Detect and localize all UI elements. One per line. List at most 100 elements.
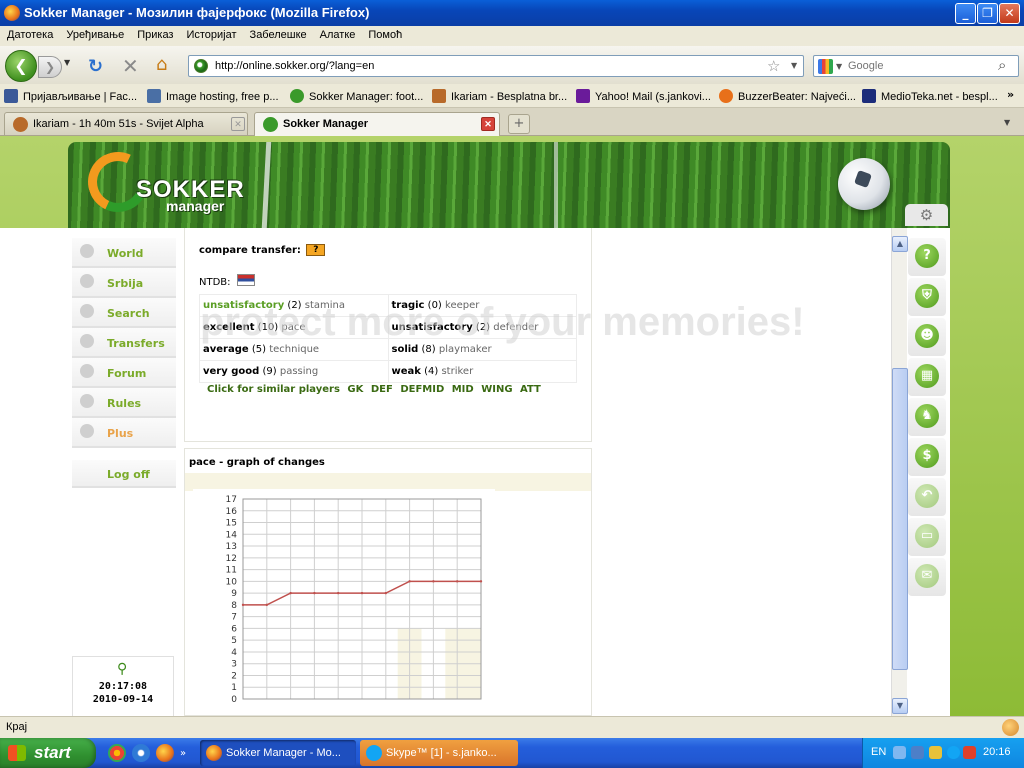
bookmark-star-icon[interactable]: ☆ — [767, 57, 780, 75]
player-button[interactable]: ☻ — [908, 318, 946, 356]
image-hosting-icon — [147, 89, 161, 103]
bookmark-item[interactable]: MedioTeka.net - bespl... — [862, 89, 998, 103]
history-dropdown-icon[interactable]: ▼ — [64, 58, 70, 67]
home-icon[interactable]: ⌂ — [156, 54, 167, 75]
nav-rules[interactable]: Rules — [72, 388, 176, 418]
similar-defmid-link[interactable]: DEFMID — [400, 384, 444, 395]
search-icon[interactable]: ⌕ — [998, 56, 1006, 74]
ie-quicklaunch-icon[interactable] — [132, 744, 150, 762]
firefox-quicklaunch-icon[interactable] — [156, 744, 174, 762]
tab-close-icon[interactable]: ✕ — [481, 117, 495, 131]
facebook-icon — [4, 89, 18, 103]
similar-mid-link[interactable]: MID — [452, 384, 474, 395]
nav-search[interactable]: Search — [72, 298, 176, 328]
addon-icon[interactable] — [1002, 719, 1019, 736]
bookmarks-overflow-icon[interactable]: » — [1007, 88, 1014, 101]
football-icon — [838, 158, 890, 210]
page-scrollbar[interactable]: ▲ ▼ — [891, 228, 908, 716]
bookmark-item[interactable]: Image hosting, free p... — [147, 89, 279, 103]
tab-close-icon[interactable]: ✕ — [231, 117, 245, 131]
search-bar[interactable]: ▼ ⌕ — [813, 55, 1019, 77]
start-button[interactable]: start — [0, 738, 96, 768]
chrome-quicklaunch-icon[interactable] — [108, 744, 126, 762]
scroll-up-icon[interactable]: ▲ — [892, 236, 908, 252]
url-bar[interactable]: ☆ ▼ — [188, 55, 804, 77]
similar-wing-link[interactable]: WING — [481, 384, 512, 395]
training-button[interactable]: ♞ — [908, 398, 946, 436]
quicklaunch-more-icon[interactable]: » — [180, 749, 190, 759]
minimize-button[interactable]: _ — [955, 3, 976, 24]
y-tick-label: 2 — [231, 671, 237, 681]
similar-att-link[interactable]: ATT — [520, 384, 541, 395]
nav-transfers[interactable]: Transfers — [72, 328, 176, 358]
nav-world[interactable]: World — [72, 238, 176, 268]
menu-help[interactable]: Помоћ — [361, 26, 408, 41]
volume-icon[interactable] — [929, 746, 942, 759]
sokker-logo[interactable]: SOKKER manager — [79, 143, 248, 221]
similar-def-link[interactable]: DEF — [371, 384, 393, 395]
language-indicator[interactable]: EN — [871, 746, 886, 758]
google-icon[interactable] — [818, 59, 833, 74]
pace-data-point — [313, 591, 316, 595]
search-input[interactable] — [848, 58, 988, 74]
menu-file[interactable]: Датотека — [0, 26, 59, 41]
menu-tools[interactable]: Алатке — [313, 26, 362, 41]
pace-data-point — [337, 591, 340, 595]
settings-gear-icon[interactable]: ⚙ — [905, 204, 948, 226]
menu-history[interactable]: Историјат — [179, 26, 242, 41]
back-arrow-icon: ❮ — [14, 56, 28, 75]
nav-forum[interactable]: Forum — [72, 358, 176, 388]
url-dropdown-icon[interactable]: ▼ — [791, 61, 797, 70]
compare-transfer-button[interactable]: ? — [306, 244, 326, 256]
skype-tray-icon[interactable] — [947, 746, 960, 759]
tab-ikariam[interactable]: Ikariam - 1h 40m 51s - Svijet Alpha ✕ — [4, 112, 248, 135]
url-input[interactable] — [215, 58, 755, 74]
scroll-thumb[interactable] — [892, 368, 908, 670]
taskbar-firefox-window[interactable]: Sokker Manager - Mo... — [200, 740, 356, 766]
bookmark-item[interactable]: Sokker Manager: foot... — [290, 89, 423, 103]
undo-button[interactable]: ↶ — [908, 478, 946, 516]
help-button[interactable]: ? — [908, 238, 946, 276]
bookmark-item[interactable]: Пријављивање | Fac... — [4, 89, 137, 103]
antivirus-icon[interactable] — [963, 746, 976, 759]
skill-name: pace — [281, 322, 306, 333]
bookmark-item[interactable]: BuzzerBeater: Najveći... — [719, 89, 856, 103]
skill-level: very good — [203, 366, 260, 377]
scroll-down-icon[interactable]: ▼ — [892, 698, 908, 714]
tactics-button[interactable]: ▦ — [908, 358, 946, 396]
ntdb-flag-icon[interactable] — [236, 274, 255, 286]
back-button[interactable]: ❮ — [5, 50, 37, 82]
connection-icon[interactable] — [911, 746, 924, 759]
forward-button[interactable]: ❯ — [38, 56, 62, 78]
mail-button[interactable]: ✉ — [908, 558, 946, 596]
book-icon — [80, 394, 94, 408]
skills-row: average (5) technique solid (8) playmaker — [199, 338, 577, 361]
menu-view[interactable]: Приказ — [130, 26, 179, 41]
bookmark-item[interactable]: Ikariam - Besplatna br... — [432, 89, 567, 103]
network-icon[interactable] — [893, 746, 906, 759]
search-engine-dropdown-icon[interactable]: ▼ — [836, 62, 842, 71]
reload-icon[interactable]: ↻ — [88, 56, 103, 77]
taskbar-skype-window[interactable]: Skype™ [1] - s.janko... — [360, 740, 518, 766]
tab-sokker-manager[interactable]: Sokker Manager ✕ — [254, 112, 500, 136]
menu-bookmarks[interactable]: Забелешке — [243, 26, 313, 41]
shield-button[interactable]: ⛨ — [908, 278, 946, 316]
money-button[interactable]: $ — [908, 438, 946, 476]
tab-strip: Ikariam - 1h 40m 51s - Svijet Alpha ✕ So… — [0, 108, 1024, 136]
tab-list-dropdown-icon[interactable]: ▼ — [1004, 118, 1010, 127]
window-title-bar: Sokker Manager - Мозилин фајерфокс (Mozi… — [0, 0, 1024, 26]
flag-icon — [80, 274, 94, 288]
y-tick-label: 5 — [231, 636, 237, 646]
nav-srbija[interactable]: Srbija — [72, 268, 176, 298]
logoff-button[interactable]: Log off — [72, 460, 176, 488]
stop-icon[interactable]: ✕ — [122, 54, 139, 78]
y-tick-label: 1 — [231, 683, 237, 693]
new-tab-button[interactable]: + — [508, 114, 530, 134]
maximize-button[interactable]: ❐ — [977, 3, 998, 24]
menu-edit[interactable]: Уређивање — [59, 26, 130, 41]
close-button[interactable]: ✕ — [999, 3, 1020, 24]
ticket-button[interactable]: ▭ — [908, 518, 946, 556]
bookmark-item[interactable]: Yahoo! Mail (s.jankovi... — [576, 89, 711, 103]
similar-gk-link[interactable]: GK — [347, 384, 363, 395]
nav-plus[interactable]: Plus — [72, 418, 176, 448]
